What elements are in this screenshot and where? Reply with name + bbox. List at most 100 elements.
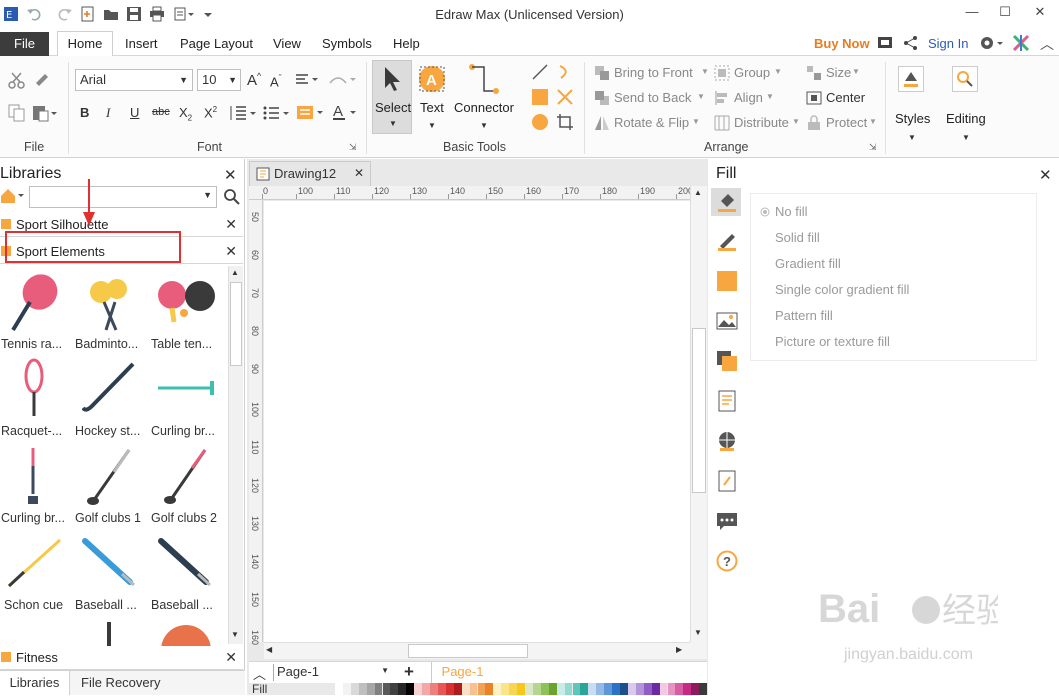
center-icon[interactable] (806, 90, 822, 109)
radio-no-fill[interactable] (760, 206, 770, 220)
palette-swatch[interactable] (548, 683, 557, 695)
scroll-up-icon[interactable]: ▲ (231, 268, 239, 277)
ellipse-tool-icon[interactable] (531, 113, 549, 134)
palette-swatch[interactable] (350, 683, 359, 695)
font-size-select[interactable]: 10 ▼ (197, 69, 241, 91)
add-page-icon[interactable]: + (404, 662, 414, 682)
font-family-select[interactable]: Arial ▼ (75, 69, 193, 91)
palette-swatch[interactable] (643, 683, 652, 695)
layers-icon[interactable] (716, 350, 738, 372)
shrink-font-icon[interactable]: Aˇ (270, 73, 282, 89)
line-spacing-icon[interactable] (228, 105, 256, 124)
drawing-canvas[interactable] (264, 201, 690, 642)
rectangle-tool-icon[interactable] (531, 88, 549, 109)
palette-swatch[interactable] (366, 683, 375, 695)
tab-view[interactable]: View (273, 36, 301, 51)
palette-swatch[interactable] (485, 683, 494, 695)
palette-swatch[interactable] (627, 683, 636, 695)
buy-now-link[interactable]: Buy Now (814, 36, 870, 51)
palette-swatch[interactable] (604, 683, 613, 695)
golf-club-1-shape[interactable] (86, 448, 132, 506)
paragraph-align-icon[interactable] (295, 73, 321, 90)
palette-swatch[interactable] (525, 683, 533, 695)
palette-swatch[interactable] (358, 683, 367, 695)
rotate-flip-icon[interactable] (594, 115, 610, 134)
palette-swatch[interactable] (596, 683, 605, 695)
palette-swatch[interactable] (430, 683, 438, 695)
racquet-shape[interactable] (22, 358, 46, 418)
font-dialog-launcher-icon[interactable]: ⇲ (349, 142, 357, 153)
size-icon[interactable] (806, 65, 822, 84)
underline-icon[interactable]: U (130, 105, 139, 120)
align-icon[interactable] (714, 90, 730, 109)
arc-tool-icon[interactable] (556, 63, 574, 84)
palette-swatch[interactable] (509, 683, 518, 695)
settings-gear-icon[interactable] (980, 35, 1004, 54)
bat-handle-shape[interactable] (104, 620, 114, 646)
close-document-icon[interactable]: ✕ (354, 166, 364, 180)
rotate-flip-button[interactable]: Rotate & Flip (614, 115, 689, 130)
help-icon[interactable]: ? (716, 550, 738, 572)
badminton-shape[interactable] (88, 272, 132, 332)
size-button[interactable]: Size (826, 65, 851, 80)
palette-swatch[interactable] (699, 683, 708, 695)
baseball-bat-2-shape[interactable] (158, 538, 214, 588)
styles-icon[interactable] (898, 66, 924, 92)
palette-swatch[interactable] (414, 683, 423, 695)
fill-option-picture-texture[interactable]: Picture or texture fill (775, 334, 890, 349)
library-scrollbar[interactable]: ▲ ▼ (228, 266, 243, 644)
text-tool-label[interactable]: Text (420, 100, 444, 115)
palette-swatch[interactable] (517, 683, 525, 695)
line-style-icon[interactable] (328, 73, 358, 90)
send-to-back-button[interactable]: Send to Back (614, 90, 691, 105)
canvas-vertical-scrollbar[interactable]: ▲ ▼ (690, 186, 707, 642)
text-highlight-icon[interactable] (296, 104, 324, 125)
menu-file[interactable]: File (0, 32, 49, 56)
scroll-down-icon[interactable]: ▼ (694, 628, 702, 637)
strikethrough-icon[interactable]: abc (152, 106, 170, 118)
palette-swatch[interactable] (683, 683, 692, 695)
palette-swatch[interactable] (335, 683, 343, 695)
fill-option-solid-fill[interactable]: Solid fill (775, 230, 820, 245)
palette-swatch[interactable] (342, 683, 351, 695)
group-icon[interactable] (714, 65, 730, 84)
protect-button[interactable]: Protect (826, 115, 867, 130)
palette-swatch[interactable] (651, 683, 660, 695)
palette-swatch[interactable] (445, 683, 454, 695)
subscript-icon[interactable]: X2 (179, 105, 192, 123)
superscript-icon[interactable]: X2 (204, 105, 217, 120)
search-icon[interactable] (224, 189, 240, 208)
curling-brush-shape[interactable] (26, 446, 40, 508)
crop-tool-icon[interactable] (556, 113, 574, 134)
palette-swatch[interactable] (635, 683, 644, 695)
fill-option-single-color-gradient[interactable]: Single color gradient fill (775, 282, 909, 297)
palette-swatch[interactable] (461, 683, 470, 695)
scroll-down-icon[interactable]: ▼ (231, 630, 239, 639)
palette-swatch[interactable] (390, 683, 399, 695)
palette-swatch[interactable] (532, 683, 541, 695)
line-tool-icon[interactable] (531, 63, 549, 84)
image-icon[interactable] (716, 310, 738, 332)
scrollbar-thumb[interactable] (408, 644, 528, 658)
protect-icon[interactable] (806, 115, 822, 134)
tab-help[interactable]: Help (393, 36, 420, 51)
page-select[interactable]: Page-1 ▼ (273, 664, 393, 681)
scroll-up-icon[interactable]: ▲ (694, 188, 702, 197)
italic-icon[interactable]: I (106, 105, 110, 121)
send-to-back-icon[interactable] (594, 90, 610, 109)
editing-search-icon[interactable] (952, 66, 978, 92)
fill-option-no-fill[interactable]: No fill (775, 204, 808, 219)
tab-insert[interactable]: Insert (125, 36, 158, 51)
close-library-icon[interactable]: ✕ (225, 649, 237, 666)
palette-swatch[interactable] (422, 683, 430, 695)
copy-icon[interactable] (8, 104, 26, 125)
tab-symbols[interactable]: Symbols (322, 36, 372, 51)
maximize-button[interactable]: ☐ (995, 4, 1015, 22)
palette-swatch[interactable] (398, 683, 407, 695)
golf-club-2-shape[interactable] (162, 448, 208, 506)
close-fill-panel-icon[interactable]: ✕ (1039, 166, 1052, 184)
tab-file-recovery[interactable]: File Recovery (81, 675, 160, 690)
scrollbar-thumb[interactable] (692, 328, 706, 493)
scroll-right-icon[interactable]: ▶ (676, 645, 682, 654)
scrollbar-thumb[interactable] (230, 282, 242, 366)
